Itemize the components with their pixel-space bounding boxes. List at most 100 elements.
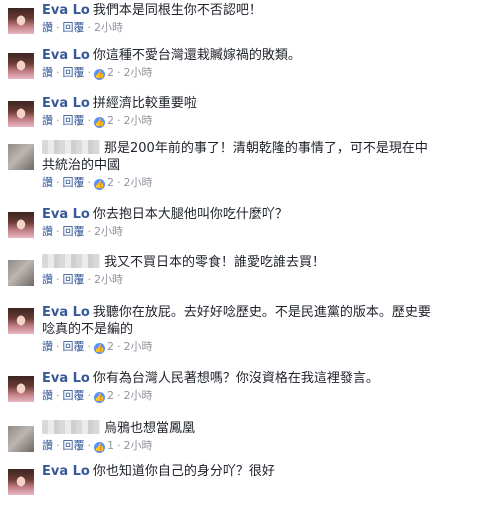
comment-actions: 讚 · 回覆 · 👍 1 · 2小時 [42,439,494,453]
reply-link[interactable]: 回覆 [63,176,85,189]
comment-text: 唸真的不是編的 [42,322,134,337]
avatar[interactable] [8,212,34,238]
comment-body: 烏鴉也想當鳳凰讚 · 回覆 · 👍 1 · 2小時 [42,420,494,453]
comment-line: Eva Lo 你也知道你自己的身分吖？很好 [42,463,494,480]
comment-body: 我又不買日本的零食！誰愛吃誰去買！讚 · 回覆 · 2小時 [42,254,494,287]
thumbs-up-icon: 👍 [94,179,105,190]
comment-line: 那是200年前的事了！清朝乾隆的事情了，可不是現在中 [42,140,494,157]
comment-text: 那是200年前的事了！清朝乾隆的事情了，可不是現在中 [104,141,428,156]
comment-line: Eva Lo 我們本是同根生你不否認吧！ [42,2,494,19]
author-name[interactable]: Eva Lo [42,371,90,386]
like-link[interactable]: 讚 [42,340,53,353]
author-name[interactable]: Eva Lo [42,305,90,320]
timestamp[interactable]: 2小時 [124,439,153,452]
reply-link[interactable]: 回覆 [63,389,85,402]
avatar[interactable] [8,308,34,334]
separator: · [56,176,60,189]
thumbs-up-icon: 👍 [94,442,105,453]
author-name[interactable]: Eva Lo [42,207,90,222]
separator: · [87,439,92,452]
avatar[interactable] [8,376,34,402]
comment-text: 我聽你在放屁。去好好唸歷史。不是民進黨的版本。歷史要 [92,305,431,320]
comment-actions: 讚 · 回覆 · 👍 2 · 2小時 [42,389,494,403]
reply-link[interactable]: 回覆 [63,340,85,353]
comment: Eva Lo 我們本是同根生你不否認吧！讚 · 回覆 · 2小時 [0,2,500,46]
comment-text: 共統治的中國 [42,158,121,173]
comment-body: Eva Lo 我們本是同根生你不否認吧！讚 · 回覆 · 2小時 [42,2,494,35]
avatar[interactable] [8,144,34,170]
separator: · [87,176,92,189]
avatar[interactable] [8,426,34,452]
avatar[interactable] [8,101,34,127]
author-name[interactable]: Eva Lo [42,3,90,18]
like-count[interactable]: 1 [107,439,114,452]
reply-link[interactable]: 回覆 [63,439,85,452]
separator: · [87,225,92,238]
like-count[interactable]: 2 [107,176,114,189]
separator: · [56,225,60,238]
timestamp[interactable]: 2小時 [124,176,153,189]
comment-line: 烏鴉也想當鳳凰 [42,420,494,437]
separator: · [56,439,60,452]
thumbs-up-icon: 👍 [94,117,105,128]
reply-link[interactable]: 回覆 [63,273,85,286]
like-link[interactable]: 讚 [42,176,53,189]
like-link[interactable]: 讚 [42,389,53,402]
reply-link[interactable]: 回覆 [63,66,85,79]
reply-link[interactable]: 回覆 [63,114,85,127]
author-name[interactable]: Eva Lo [42,464,90,479]
comment-text: 你有為台灣人民著想嗎？你沒資格在我這裡發言。 [92,371,379,386]
comment-line: Eva Lo 你去抱日本大腿他叫你吃什麼吖？ [42,206,494,223]
comment-actions: 讚 · 回覆 · 👍 2 · 2小時 [42,176,494,190]
like-link[interactable]: 讚 [42,21,53,34]
comment-text: 拼經濟比較重要啦 [92,96,197,111]
comment-body: Eva Lo 你去抱日本大腿他叫你吃什麼吖？讚 · 回覆 · 2小時 [42,206,494,239]
timestamp[interactable]: 2小時 [94,21,123,34]
like-link[interactable]: 讚 [42,273,53,286]
separator: · [56,66,60,79]
separator: · [56,273,60,286]
reply-link[interactable]: 回覆 [63,225,85,238]
separator: · [117,114,121,127]
avatar[interactable] [8,260,34,286]
separator: · [87,340,92,353]
like-link[interactable]: 讚 [42,114,53,127]
comment-actions: 讚 · 回覆 · 2小時 [42,21,494,35]
like-link[interactable]: 讚 [42,225,53,238]
separator: · [117,389,121,402]
timestamp[interactable]: 2小時 [124,340,153,353]
comment-text: 你這種不愛台灣還栽贓嫁禍的敗類。 [92,48,301,63]
author-name[interactable]: Eva Lo [42,96,90,111]
like-count[interactable]: 2 [107,114,114,127]
redacted-author-name [42,420,100,434]
timestamp[interactable]: 2小時 [124,66,153,79]
comment-line: Eva Lo 拼經濟比較重要啦 [42,95,494,112]
comment-line: Eva Lo 你有為台灣人民著想嗎？你沒資格在我這裡發言。 [42,370,494,387]
avatar[interactable] [8,8,34,34]
author-name[interactable]: Eva Lo [42,48,90,63]
separator: · [117,66,121,79]
avatar[interactable] [8,53,34,79]
reply-link[interactable]: 回覆 [63,21,85,34]
comment-body: Eva Lo 你有為台灣人民著想嗎？你沒資格在我這裡發言。讚 · 回覆 · 👍 2 · 2小時 [42,370,494,403]
comment-text: 我又不買日本的零食！誰愛吃誰去買！ [104,255,326,270]
comment-body: Eva Lo 我聽你在放屁。去好好唸歷史。不是民進黨的版本。歷史要唸真的不是編的讚… [42,304,494,354]
comment-line: 我又不買日本的零食！誰愛吃誰去買！ [42,254,494,271]
timestamp[interactable]: 2小時 [124,114,153,127]
like-count[interactable]: 2 [107,389,114,402]
timestamp[interactable]: 2小時 [124,389,153,402]
comment-body: 那是200年前的事了！清朝乾隆的事情了，可不是現在中 共統治的中國讚 · 回覆 · 👍 2 ·… [42,140,494,190]
comment-body: Eva Lo 你也知道你自己的身分吖？很好 [42,463,494,480]
like-count[interactable]: 2 [107,340,114,353]
timestamp[interactable]: 2小時 [94,273,123,286]
avatar[interactable] [8,469,34,495]
comment-actions: 讚 · 回覆 · 👍 2 · 2小時 [42,66,494,80]
like-link[interactable]: 讚 [42,439,53,452]
comment-line: Eva Lo 你這種不愛台灣還栽贓嫁禍的敗類。 [42,47,494,64]
like-count[interactable]: 2 [107,66,114,79]
comment-text: 你也知道你自己的身分吖？很好 [92,464,275,479]
timestamp[interactable]: 2小時 [94,225,123,238]
separator: · [117,176,121,189]
separator: · [87,21,92,34]
like-link[interactable]: 讚 [42,66,53,79]
